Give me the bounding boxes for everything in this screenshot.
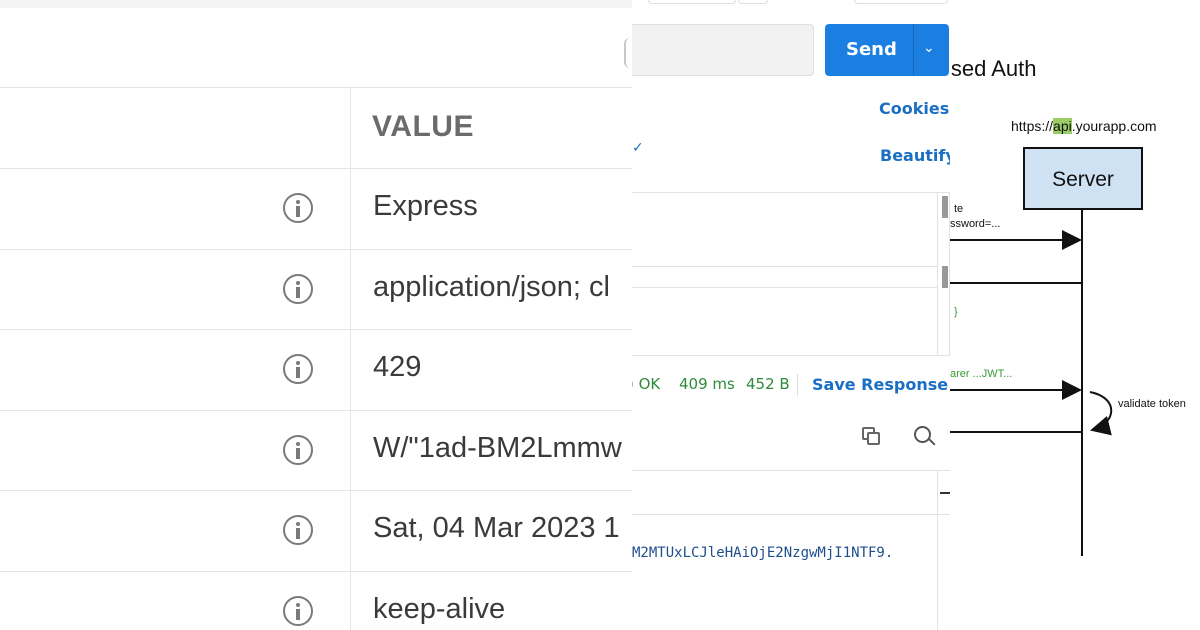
validate-loop-arrow bbox=[1089, 391, 1113, 436]
table-row: keep-alive bbox=[0, 571, 632, 630]
scrollbar-thumb[interactable] bbox=[942, 196, 948, 218]
login-message-line2: ssword=... bbox=[950, 218, 1001, 230]
headers-panel: VALUE Express application/json; cl 429 W… bbox=[0, 0, 632, 630]
save-response-label: Save Response bbox=[812, 375, 949, 394]
header-value: Sat, 04 Mar 2023 1 bbox=[373, 512, 620, 544]
editor-gutter bbox=[937, 192, 938, 356]
table-row: Sat, 04 Mar 2023 1 bbox=[0, 490, 632, 570]
scrollbar-thumb[interactable] bbox=[942, 266, 948, 288]
search-icon[interactable] bbox=[914, 426, 936, 448]
check-icon: ✓ bbox=[632, 140, 644, 156]
bearer-message: arer ...JWT... bbox=[950, 368, 1013, 380]
status-divider bbox=[797, 374, 798, 396]
panel-toolbar bbox=[0, 0, 632, 88]
header-value: 429 bbox=[373, 351, 422, 383]
save-response-button[interactable]: Save Response ⌄ bbox=[812, 375, 950, 394]
response-divider bbox=[632, 514, 950, 515]
value-column-header: VALUE bbox=[372, 110, 474, 143]
validate-label: validate token bbox=[1118, 398, 1186, 410]
send-label: Send bbox=[846, 39, 897, 60]
login-message-line1: te bbox=[954, 203, 964, 215]
header-value: W/"1ad-BM2Lmmw bbox=[373, 432, 622, 464]
table-row: application/json; cl bbox=[0, 249, 632, 329]
response-size: 452 B bbox=[746, 375, 790, 393]
header-value: keep-alive bbox=[373, 593, 506, 625]
cookies-link[interactable]: Cookies bbox=[879, 99, 949, 118]
editor-line bbox=[632, 266, 937, 288]
send-button[interactable]: Send ⌄ bbox=[825, 24, 949, 76]
table-row: 429 bbox=[0, 329, 632, 409]
info-icon[interactable] bbox=[283, 515, 313, 545]
auth-diagram: ised Auth https://api.yourapp.com Server… bbox=[950, 0, 1200, 630]
send-divider bbox=[913, 24, 914, 76]
api-client-panel: Send ⌄ Cookies ✓ Beautify ) OK 409 ms 45… bbox=[632, 0, 950, 630]
info-icon[interactable] bbox=[283, 596, 313, 626]
url-input[interactable] bbox=[632, 24, 814, 76]
response-gutter bbox=[937, 470, 938, 630]
tab[interactable] bbox=[738, 0, 768, 4]
table-row: W/"1ad-BM2Lmmw bbox=[0, 410, 632, 490]
table-row: Express bbox=[0, 168, 632, 248]
top-tabs bbox=[632, 0, 950, 4]
header-value: Express bbox=[373, 190, 478, 222]
info-icon[interactable] bbox=[283, 193, 313, 223]
beautify-link[interactable]: Beautify bbox=[880, 146, 950, 165]
tab[interactable] bbox=[648, 0, 736, 4]
url-caret bbox=[632, 41, 636, 57]
diagram-lines bbox=[950, 210, 1113, 556]
toolbar-edge bbox=[624, 38, 632, 68]
response-time: 409 ms bbox=[679, 375, 735, 393]
copy-icon[interactable] bbox=[862, 427, 882, 447]
token-text: M2MTUxLCJleHAiOjE2NzgwMjI1NTF9. bbox=[632, 545, 894, 561]
chevron-down-icon[interactable]: ⌄ bbox=[923, 40, 935, 56]
status-code: ) OK bbox=[632, 375, 661, 393]
response-brace: } bbox=[954, 306, 958, 318]
info-icon[interactable] bbox=[283, 354, 313, 384]
scroll-marker bbox=[940, 492, 950, 494]
tab[interactable] bbox=[854, 0, 948, 4]
info-icon[interactable] bbox=[283, 274, 313, 304]
info-icon[interactable] bbox=[283, 435, 313, 465]
header-value: application/json; cl bbox=[373, 271, 610, 303]
